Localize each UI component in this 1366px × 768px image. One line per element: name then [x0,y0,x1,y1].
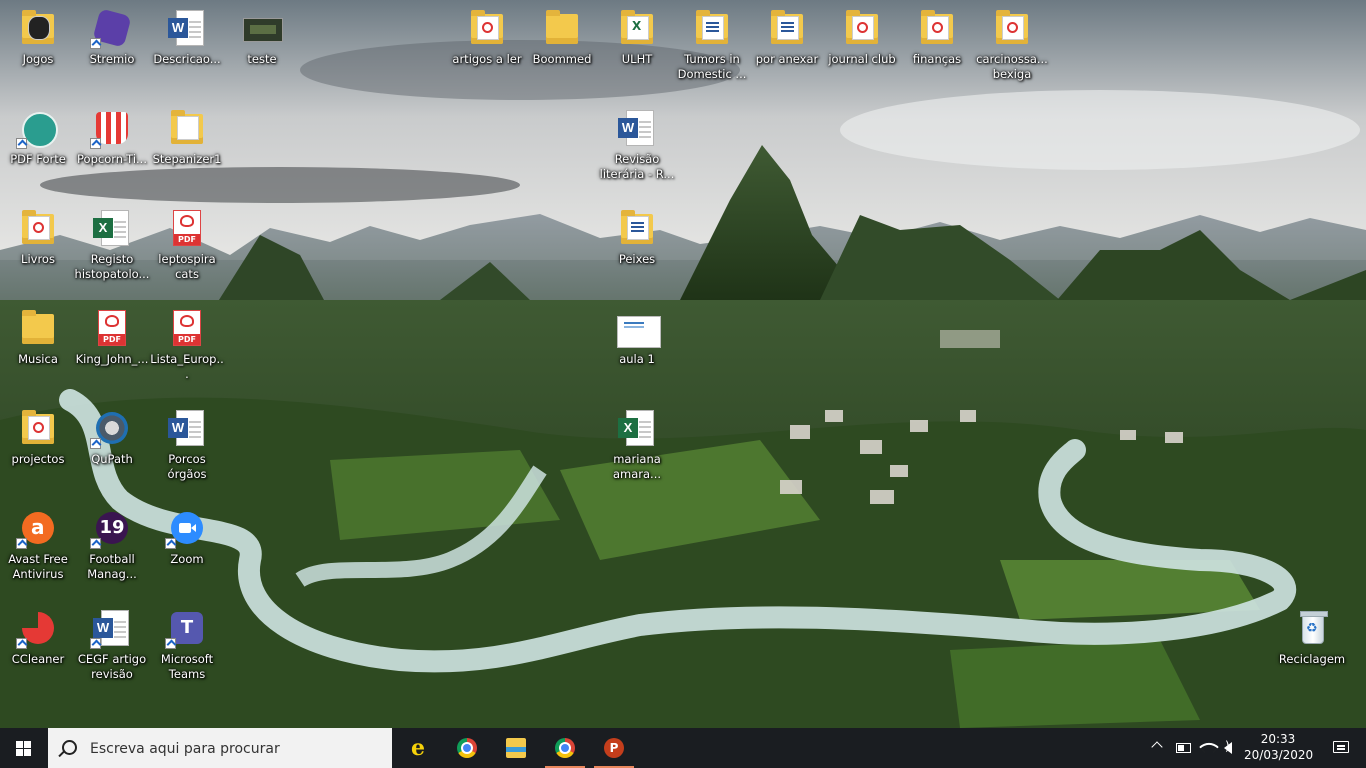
recycle-bin-icon [1300,611,1328,644]
folder-icon [621,210,653,244]
desktop-icon-cegf[interactable]: W CEGF artigo revisão [74,608,150,682]
folder-icon [171,110,203,144]
chrome-icon [555,738,575,758]
folder-icon [996,10,1028,44]
action-center-button[interactable] [1318,728,1366,768]
desktop-icon-artigos-a-ler[interactable]: artigos a ler [449,8,525,67]
chevron-up-icon [1151,741,1163,753]
pdf-document-icon: PDF [173,310,201,346]
desktop-icon-ccleaner[interactable]: CCleaner [0,608,76,667]
clock-time: 20:33 [1260,732,1296,746]
pdf-document-icon: PDF [173,210,201,246]
folder-icon [771,10,803,44]
word-document-icon: W [618,118,638,138]
desktop-icon-tumors[interactable]: Tumors in Domestic ... [674,8,750,82]
excel-document-icon: X [93,218,113,238]
taskbar: e P 20:33 20/03/2020 [0,728,1366,768]
desktop-icon-projectos[interactable]: projectos [0,408,76,467]
desktop-icon-teste[interactable]: teste [224,8,300,67]
desktop-icon-revisao-literaria[interactable]: W Revisão literária - R... [599,108,675,182]
powerpoint-icon: P [604,738,624,758]
desktop-icon-football-manager[interactable]: 19 Football Manag... [74,508,150,582]
desktop-icon-peixes[interactable]: Peixes [599,208,675,267]
desktop-icon-journal-club[interactable]: journal club [824,8,900,67]
folder-icon [22,10,54,44]
video-thumbnail-icon [243,18,283,42]
taskbar-internet-explorer[interactable]: e [394,728,442,768]
search-icon [62,740,77,755]
desktop-icon-carcinossa-bexiga[interactable]: carcinossa... bexiga [974,8,1050,82]
desktop-icon-king-john[interactable]: PDF King_John_... [74,308,150,367]
battery-icon [1176,743,1191,753]
wifi-icon [1199,737,1219,757]
desktop-icon-popcorn-time[interactable]: Popcorn-Ti... [74,108,150,167]
search-input[interactable] [88,738,382,760]
desktop-icon-descricao[interactable]: W Descricao... [149,8,225,67]
folder-icon [846,10,878,44]
file-explorer-icon [506,738,526,758]
desktop-icon-lista-europ[interactable]: PDF Lista_Europ... [149,308,225,382]
desktop-icon-qupath[interactable]: QuPath [74,408,150,467]
start-button[interactable] [0,728,48,768]
desktop-icon-reciclagem[interactable]: Reciclagem [1274,608,1350,667]
excel-document-icon: X [618,418,638,438]
desktop-icon-porcos[interactable]: W Porcos órgãos [149,408,225,482]
battery-tray-button[interactable] [1174,728,1196,768]
taskbar-chrome[interactable] [443,728,491,768]
show-hidden-icons-button[interactable] [1148,728,1168,768]
desktop-icon-mariana[interactable]: X mariana amara... [599,408,675,482]
desktop-icon-stepanizer[interactable]: Stepanizer1 [149,108,225,167]
clock-button[interactable]: 20:33 20/03/2020 [1244,728,1314,768]
volume-tray-button[interactable] [1220,728,1242,768]
desktop-icon-pdf-forte[interactable]: PDF Forte [0,108,76,167]
desktop-icon-livros[interactable]: Livros [0,208,76,267]
internet-explorer-icon: e [411,735,425,761]
notification-icon [1333,741,1349,753]
taskbar-chrome-open[interactable] [541,728,589,768]
desktop-icon-stremio[interactable]: Stremio [74,8,150,67]
desktop-icon-boommed[interactable]: Boommed [524,8,600,67]
desktop-icon-teams[interactable]: T Microsoft Teams [149,608,225,682]
chrome-icon [457,738,477,758]
desktop-icon-ulht[interactable]: ULHT [599,8,675,67]
word-document-icon: W [168,418,188,438]
windows-logo-icon [16,741,32,757]
desktop-icon-musica[interactable]: Musica [0,308,76,367]
desktop-icon-financas[interactable]: finanças [899,8,975,67]
desktop-icon-avast[interactable]: a Avast Free Antivirus [0,508,76,582]
folder-icon [546,10,578,44]
desktop-icon-jogos[interactable]: Jogos [0,8,76,67]
pdf-forte-icon [22,112,58,148]
desktop-icon-leptospira[interactable]: PDF leptospira cats [149,208,225,282]
pdf-document-icon: PDF [98,310,126,346]
taskbar-file-explorer[interactable] [492,728,540,768]
desktop-icon-por-anexar[interactable]: por anexar [749,8,825,67]
folder-icon [921,10,953,44]
folder-icon [22,210,54,244]
taskbar-search-box[interactable] [48,728,392,768]
folder-icon [22,310,54,344]
folder-icon [621,10,653,44]
network-tray-button[interactable] [1198,728,1220,768]
desktop-icon-aula-1[interactable]: aula 1 [599,308,675,367]
folder-icon [22,410,54,444]
clock-date: 20/03/2020 [1244,748,1314,762]
speaker-icon [1224,739,1232,754]
taskbar-powerpoint[interactable]: P [590,728,638,768]
image-thumbnail-icon [617,316,661,348]
desktop-icon-registo[interactable]: X Registo histopatolo... [74,208,150,282]
folder-icon [471,10,503,44]
word-document-icon: W [93,618,113,638]
folder-icon [696,10,728,44]
desktop-icon-zoom[interactable]: Zoom [149,508,225,567]
word-document-icon: W [168,18,188,38]
